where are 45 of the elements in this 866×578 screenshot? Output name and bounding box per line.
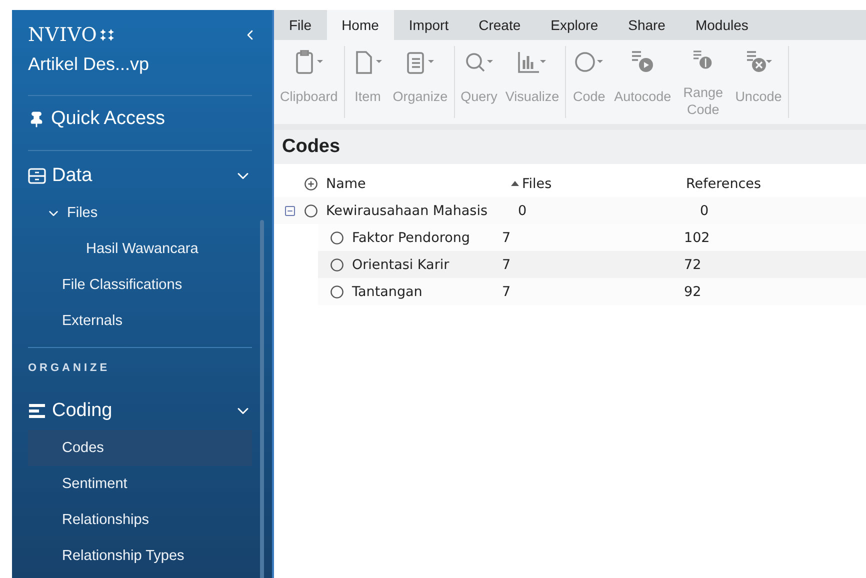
table-cell-text: 7 — [502, 284, 512, 300]
ribbon-tab[interactable]: Modules — [680, 10, 764, 40]
table-cell-text: 92 — [684, 284, 702, 300]
column-header[interactable]: Files — [511, 176, 686, 192]
section-header[interactable]: Quick Access — [28, 96, 252, 151]
scrollbar[interactable] — [260, 220, 264, 578]
code-name[interactable]: Faktor Pendorong — [352, 230, 470, 246]
sidebar-item[interactable]: Sentiment — [28, 466, 252, 502]
sort-arrow-icon — [511, 181, 519, 186]
collapse-icon[interactable] — [284, 204, 296, 216]
column-header[interactable]: References — [686, 176, 866, 192]
sidebar-item[interactable]: Files — [28, 195, 252, 231]
sidebar-item[interactable]: Codes — [28, 430, 252, 466]
code-name[interactable]: Kewirausahaan Mahasis — [326, 202, 488, 218]
table-cell-text: 7 — [502, 256, 512, 272]
sidebar-item[interactable]: Externals — [28, 303, 252, 339]
ribbon-tab[interactable]: Import — [394, 10, 464, 40]
table-cell-text: 72 — [684, 256, 702, 272]
table-cell-text: 7 — [502, 230, 512, 246]
ribbon-tab[interactable]: Explore — [536, 10, 614, 40]
ribbon-tab[interactable]: Home — [326, 10, 394, 40]
logo: NVIVO — [28, 24, 98, 46]
table-cell-text: 102 — [684, 230, 711, 246]
pin-icon — [28, 110, 45, 128]
sidebar-item[interactable]: Relationship Types — [28, 538, 252, 574]
code-name[interactable]: Tantangan — [352, 284, 422, 300]
view-title: Codes — [274, 130, 866, 164]
table-cell-text: 0 — [699, 202, 710, 218]
section-header[interactable]: Coding — [28, 386, 252, 430]
sidebar-item[interactable]: File Classifications — [28, 267, 252, 303]
dots-icon — [100, 29, 114, 41]
add-icon[interactable] — [304, 176, 318, 190]
project-name: Artikel Des...vp — [28, 54, 252, 96]
sidebar-item[interactable]: Hasil Wawancara — [28, 231, 252, 267]
section-heading: ORGANIZE — [28, 347, 252, 386]
ribbon-tab[interactable]: Create — [464, 10, 536, 40]
table-cell-text: 0 — [517, 202, 528, 218]
lines-icon — [28, 403, 46, 419]
column-header[interactable]: Name — [326, 176, 366, 192]
section-header[interactable]: Data — [28, 151, 252, 195]
ribbon-tab[interactable]: File — [274, 10, 327, 40]
sidebar-item[interactable]: Relationships — [28, 502, 252, 538]
cabinet-icon — [28, 168, 46, 184]
code-name[interactable]: Orientasi Karir — [352, 256, 450, 272]
ribbon-tab[interactable]: Share — [613, 10, 680, 40]
